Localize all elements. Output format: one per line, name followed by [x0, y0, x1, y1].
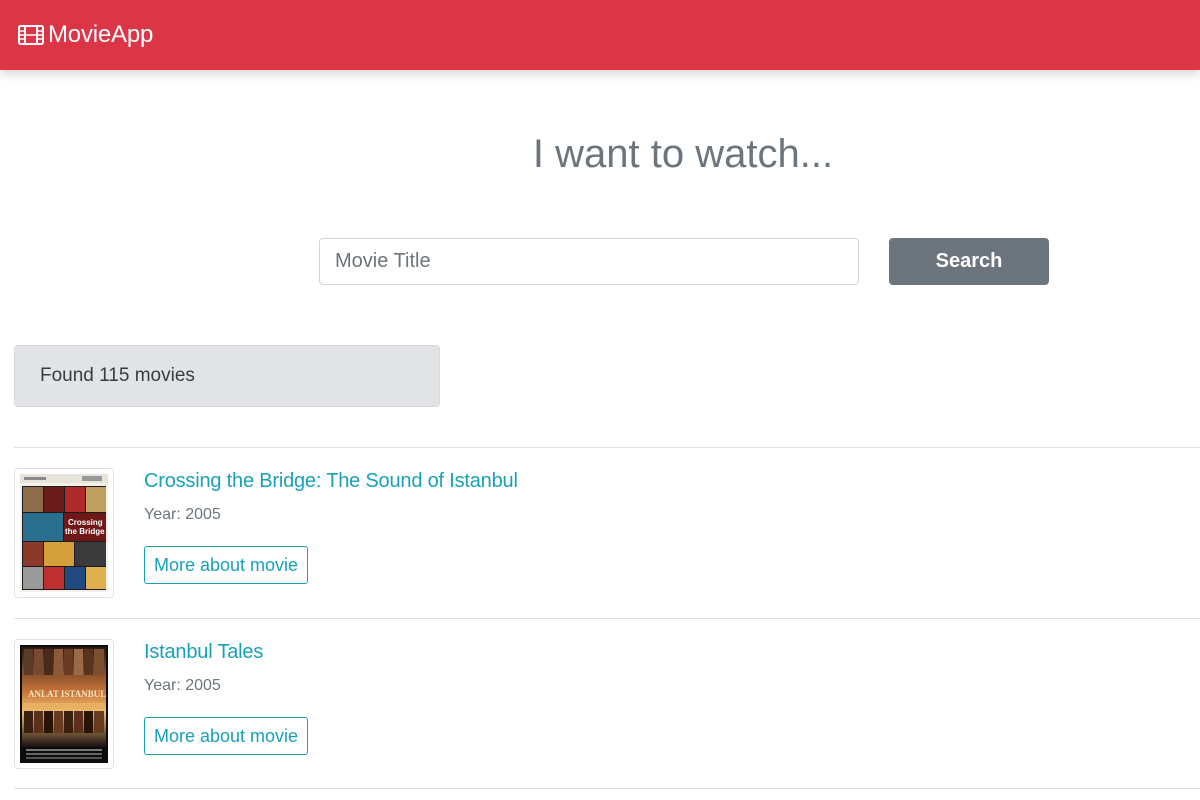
- movie-poster[interactable]: Crossing the Bridge: [14, 468, 114, 598]
- movie-poster[interactable]: ANLAT ISTANBUL: [14, 639, 114, 769]
- brand-link[interactable]: MovieApp: [18, 21, 153, 49]
- movie-list-item: Crossing the Bridge Crossing the Bridge:…: [14, 447, 1200, 618]
- film-icon: [18, 25, 44, 45]
- movie-title-link[interactable]: Istanbul Tales: [144, 641, 263, 664]
- more-about-movie-button[interactable]: More about movie: [144, 717, 308, 755]
- movie-year: Year: 2005: [144, 506, 221, 523]
- top-navbar: MovieApp: [0, 0, 1200, 70]
- svg-text:the Bridge: the Bridge: [65, 527, 105, 536]
- more-about-movie-button[interactable]: More about movie: [144, 546, 308, 584]
- movie-year: Year: 2005: [144, 677, 221, 694]
- movie-title-link[interactable]: Crossing the Bridge: The Sound of Istanb…: [144, 470, 518, 493]
- page-heading: I want to watch...: [532, 132, 834, 176]
- movie-poster-image: Crossing the Bridge: [20, 474, 108, 592]
- movie-list-item: ANLAT ISTANBUL Istanbul Tales Year: 2005…: [14, 618, 1200, 789]
- movie-poster-image: ANLAT ISTANBUL: [20, 645, 108, 763]
- movie-title-search-input[interactable]: [319, 238, 859, 285]
- search-button[interactable]: Search: [889, 238, 1049, 285]
- brand-label: MovieApp: [48, 21, 154, 48]
- svg-text:Crossing: Crossing: [68, 518, 103, 527]
- movie-list: Crossing the Bridge Crossing the Bridge:…: [14, 447, 1200, 789]
- results-count-text: Found 115 movies: [40, 365, 195, 386]
- results-count-alert: Found 115 movies: [14, 345, 440, 407]
- svg-text:ANLAT ISTANBUL: ANLAT ISTANBUL: [28, 689, 106, 699]
